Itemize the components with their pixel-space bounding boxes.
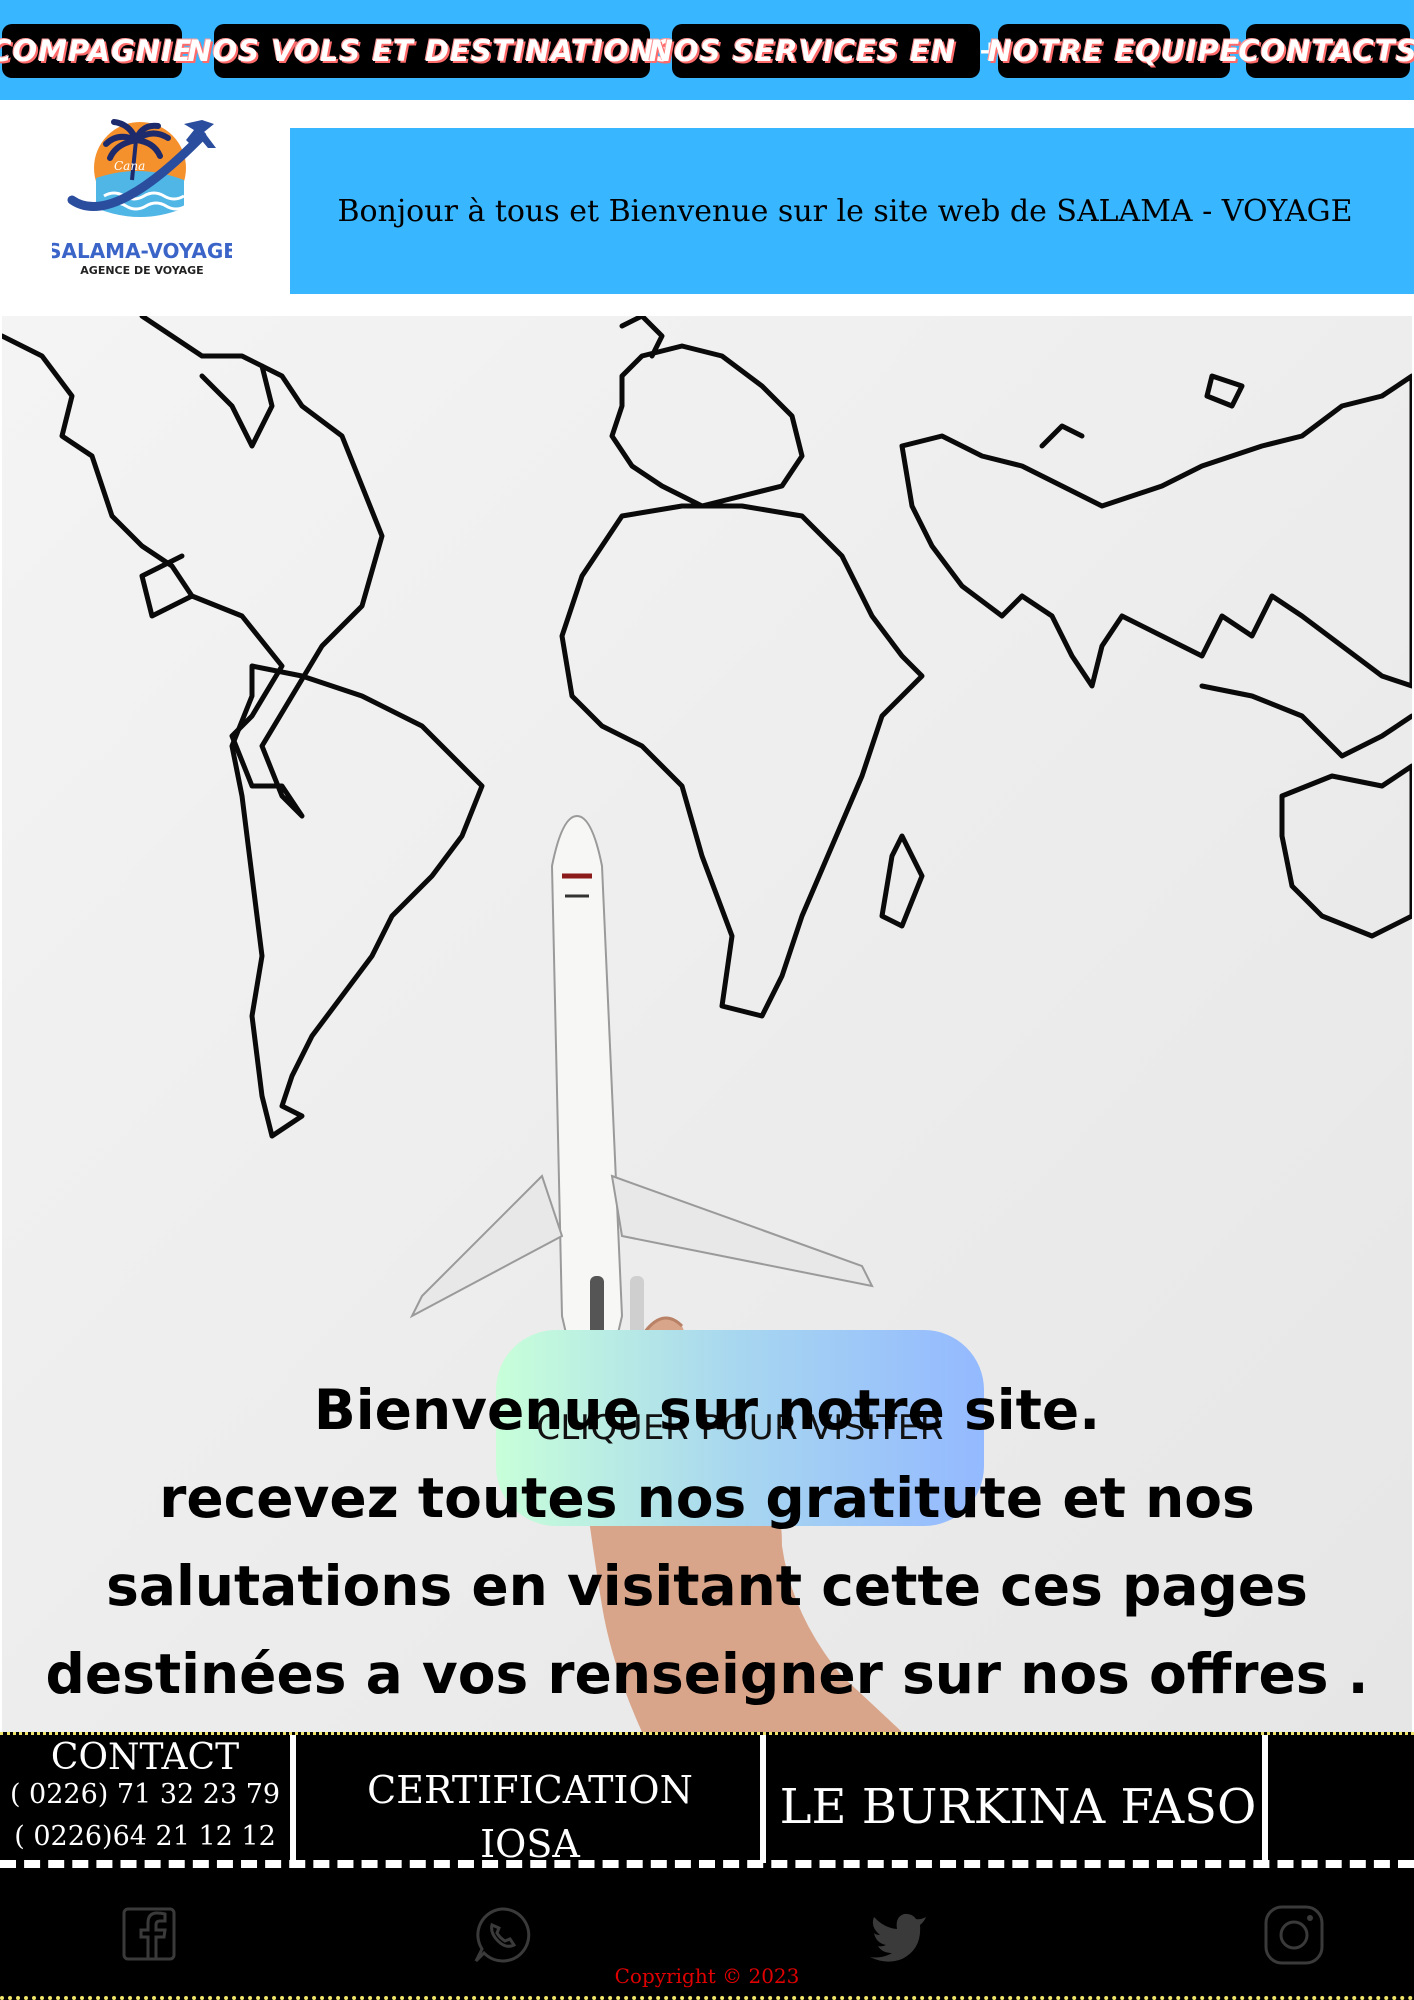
copyright-text: Copyright © 2023: [614, 1964, 800, 1988]
hero-section: CLIQUER POUR VISITER Bienvenue sur notre…: [2, 316, 1412, 1732]
dotted-border: [0, 1996, 1414, 2000]
nav-equipe[interactable]: Notre equipe: [988, 24, 1239, 78]
hero-line-1: Bienvenue sur notre site.: [313, 1378, 1101, 1442]
salama-voyage-logo[interactable]: Cana SALAMA-VOYAGE AGENCE DE VOYAGE: [47, 108, 237, 288]
whatsapp-icon[interactable]: [470, 1903, 534, 1967]
instagram-icon[interactable]: [1262, 1903, 1326, 1967]
twitter-icon[interactable]: [866, 1903, 930, 1967]
nav-services[interactable]: Nos services en +: [649, 24, 1002, 78]
certification-label: CERTIFICATION IOSA: [300, 1763, 760, 1871]
contact-phone-2[interactable]: ( 0226)64 21 12 12: [0, 1821, 290, 1852]
contact-phone-1[interactable]: ( 0226) 71 32 23 79: [0, 1779, 290, 1810]
dashed-divider: [0, 1860, 1414, 1868]
contact-title: CONTACT: [50, 1737, 240, 1778]
svg-text:Cana: Cana: [114, 159, 145, 173]
hero-line-2: recevez toutes nos gratitute et nos: [159, 1466, 1255, 1530]
certification-line-1: CERTIFICATION: [367, 1768, 693, 1812]
info-strip: CONTACT ( 0226) 71 32 23 79 ( 0226)64 21…: [0, 1732, 1414, 1871]
logo-graphic-icon: Cana SALAMA-VOYAGE AGENCE DE VOYAGE: [47, 119, 237, 277]
facebook-icon[interactable]: [118, 1903, 182, 1967]
logo-subtitle: AGENCE DE VOYAGE: [80, 264, 203, 277]
welcome-text: Bonjour à tous et Bienvenue sur le site …: [337, 193, 1353, 229]
welcome-banner: Bonjour à tous et Bienvenue sur le site …: [290, 128, 1414, 294]
logo-title: SALAMA-VOYAGE: [52, 239, 232, 263]
hero-line-3: salutations en visitant cette ces pages: [106, 1554, 1308, 1618]
divider: [290, 1735, 296, 1863]
nav-services-label: Nos services en: [648, 34, 957, 68]
hero-welcome-message: Bienvenue sur notre site. recevez toutes…: [2, 1366, 1412, 1718]
footer: Copyright © 2023: [0, 1871, 1414, 2000]
nav-contacts[interactable]: Contacts: [1238, 24, 1414, 78]
divider: [760, 1735, 766, 1863]
top-navigation: Compagnie Nos vols et destinations Nos s…: [0, 0, 1414, 100]
hero-line-4: destinées a vos renseigner sur nos offre…: [45, 1642, 1369, 1706]
country-label: LE BURKINA FASO: [779, 1779, 1257, 1835]
nav-compagnie[interactable]: Compagnie: [0, 24, 193, 78]
nav-vols-destinations[interactable]: Nos vols et destinations: [187, 24, 676, 78]
